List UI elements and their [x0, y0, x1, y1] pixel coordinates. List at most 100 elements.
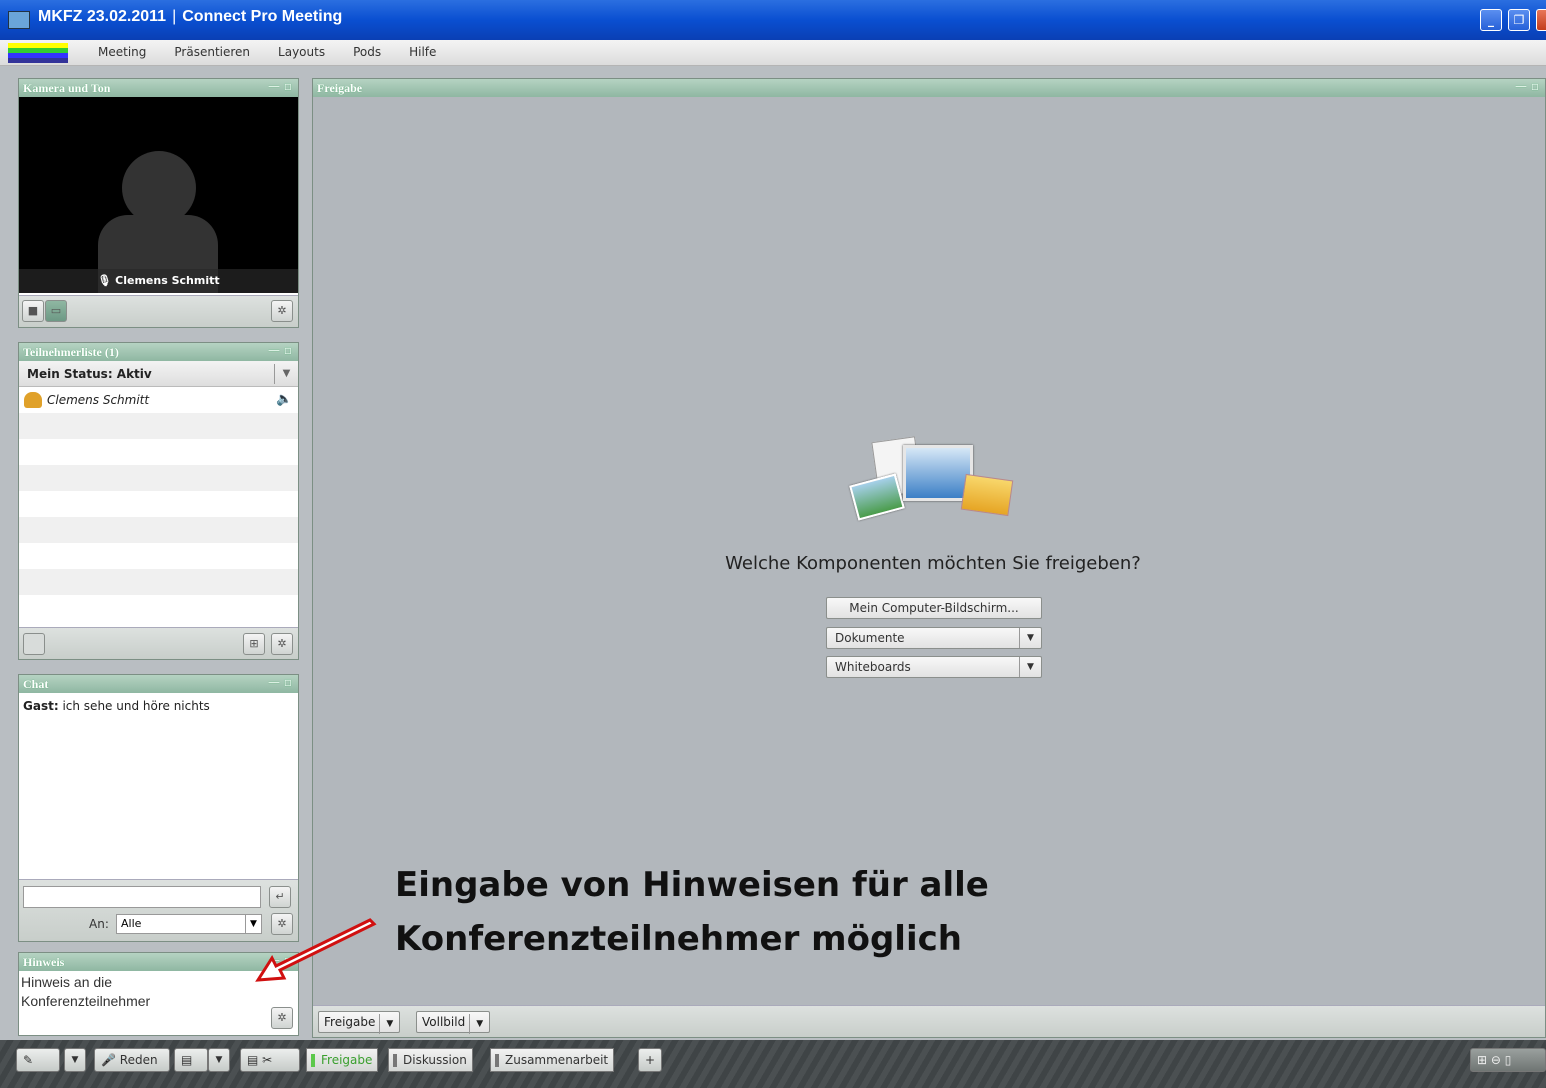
status-icon[interactable]: ✎ [16, 1048, 60, 1072]
share-documents-dropdown[interactable]: Dokumente ▼ [826, 627, 1042, 649]
annotation-line-1: Eingabe von Hinweisen für alle [395, 865, 989, 905]
pod-window-controls[interactable]: — ▫ [268, 675, 292, 689]
pod-header: Kamera und Ton — ▫ [19, 79, 298, 97]
attendee-pod: Teilnehmerliste (1) — ▫ Mein Status: Akt… [18, 342, 299, 660]
pod-title: Freigabe [317, 81, 363, 95]
audio-settings-icon[interactable]: ▤ ✂ [240, 1048, 300, 1072]
my-status-label: Mein Status: Aktiv [27, 367, 152, 381]
title-separator: | [172, 8, 177, 25]
pod-footer: ⊞ ✲ [19, 627, 298, 659]
pod-window-controls[interactable]: — ▫ [268, 343, 292, 357]
chat-recipient-value: Alle [121, 917, 142, 930]
annotation-text: Eingabe von Hinweisen für alle Konferenz… [395, 858, 989, 966]
pod-title: Hinweis [23, 955, 65, 969]
chat-recipient-select[interactable]: Alle ▼ [116, 914, 262, 934]
chevron-down-icon[interactable]: ▼ [274, 364, 298, 384]
chat-text: ich sehe und höre nichts [62, 699, 210, 713]
chevron-down-icon[interactable]: ▼ [1019, 628, 1041, 648]
share-options-label: Freigabe [324, 1015, 376, 1029]
grid-view-icon[interactable]: ⊞ [243, 633, 265, 655]
video-area: 🎙 Clemens Schmitt [19, 97, 298, 293]
chevron-down-icon[interactable]: ▼ [379, 1014, 399, 1034]
share-screen-button[interactable]: Mein Computer-Bildschirm... [826, 597, 1042, 619]
pod-header: Teilnehmerliste (1) — ▫ [19, 343, 298, 361]
host-person-icon [24, 392, 42, 408]
list-item [19, 543, 298, 569]
gear-icon[interactable]: ✲ [271, 300, 293, 322]
chevron-down-icon[interactable]: ▼ [64, 1048, 86, 1072]
menu-pods[interactable]: Pods [353, 45, 381, 59]
list-item[interactable]: Clemens Schmitt 🔈 [19, 387, 298, 413]
microphone-icon: 🎤 [101, 1053, 120, 1067]
list-item [19, 465, 298, 491]
stop-icon[interactable]: ■ [22, 300, 44, 322]
annotation-arrow-icon [255, 918, 377, 982]
camera-icon[interactable]: ▭ [45, 300, 67, 322]
avatar-head [122, 151, 196, 225]
gear-icon[interactable]: ✲ [271, 633, 293, 655]
pod-window-controls[interactable]: — ▫ [1515, 79, 1539, 93]
list-item [19, 517, 298, 543]
tab-discussion-label: Diskussion [403, 1053, 467, 1067]
menu-meeting[interactable]: Meeting [98, 45, 146, 59]
chevron-down-icon[interactable]: ▼ [208, 1048, 230, 1072]
tab-collaboration[interactable]: Zusammenarbeit [490, 1048, 615, 1072]
layout-view-icons[interactable]: ⊞ ⊖ ▯ [1470, 1048, 1546, 1072]
chat-sender: Gast: [23, 699, 59, 713]
app-icon [8, 11, 30, 29]
add-layout-button[interactable]: + [638, 1048, 662, 1072]
tab-discussion[interactable]: Diskussion [388, 1048, 473, 1072]
pod-window-controls[interactable]: — ▫ [268, 79, 292, 93]
list-item [19, 439, 298, 465]
talk-button[interactable]: 🎤 Reden [94, 1048, 170, 1072]
fullscreen-label: Vollbild [422, 1015, 466, 1029]
restore-icon[interactable]: ❐ [1508, 9, 1530, 31]
list-item [19, 413, 298, 439]
chevron-down-icon[interactable]: ▼ [1019, 657, 1041, 677]
camera-user-label: Clemens Schmitt [115, 274, 220, 287]
menu-layouts[interactable]: Layouts [278, 45, 325, 59]
tab-collaboration-label: Zusammenarbeit [505, 1053, 609, 1067]
raise-hand-icon[interactable] [23, 633, 45, 655]
my-status-selector[interactable]: Mein Status: Aktiv ▼ [19, 361, 298, 387]
webcam-icon[interactable]: ▤ [174, 1048, 208, 1072]
tab-share[interactable]: Freigabe [306, 1048, 379, 1072]
chevron-down-icon[interactable]: ▼ [469, 1014, 489, 1034]
close-icon[interactable] [1536, 9, 1546, 31]
folder-icon [960, 473, 1014, 517]
menu-bar: Meeting Präsentieren Layouts Pods Hilfe [0, 40, 1546, 66]
minimize-icon[interactable]: _ [1480, 9, 1502, 31]
connect-logo [8, 43, 68, 63]
share-whiteboards-dropdown[interactable]: Whiteboards ▼ [826, 656, 1042, 678]
attendee-name: Clemens Schmitt [47, 393, 150, 407]
gear-icon[interactable]: ✲ [271, 1007, 293, 1029]
share-whiteboards-label: Whiteboards [835, 660, 911, 674]
photo-icon [849, 473, 905, 521]
microphone-icon: 🎙 [97, 274, 116, 287]
note-text[interactable]: Hinweis an die Konferenzteilnehmer [19, 971, 239, 1013]
list-item [19, 595, 298, 621]
attendee-list: Clemens Schmitt 🔈 [19, 387, 298, 621]
menu-present[interactable]: Präsentieren [174, 45, 250, 59]
chat-message: Gast: ich sehe und höre nichts [19, 693, 298, 719]
pod-header: Chat — ▫ [19, 675, 298, 693]
annotation-line-2: Konferenzteilnehmer möglich [395, 919, 962, 959]
pod-header: Freigabe — ▫ [313, 79, 1545, 97]
camera-pod: Kamera und Ton — ▫ 🎙 Clemens Schmitt ■ ▭… [18, 78, 299, 328]
title-bar: MKFZ 23.02.2011 | Connect Pro Meeting _ ❐ [0, 0, 1546, 40]
chat-to-label: An: [89, 917, 109, 931]
meeting-title: MKFZ 23.02.2011 [38, 8, 167, 25]
chat-input[interactable] [23, 886, 261, 908]
fullscreen-dropdown[interactable]: Vollbild ▼ [416, 1011, 491, 1034]
send-icon[interactable]: ↵ [269, 886, 291, 908]
pod-footer: ■ ▭ ✲ [19, 295, 298, 327]
share-options-dropdown[interactable]: Freigabe ▼ [318, 1011, 401, 1034]
list-item [19, 491, 298, 517]
window-title: MKFZ 23.02.2011 | Connect Pro Meeting [38, 8, 342, 26]
menu-help[interactable]: Hilfe [409, 45, 436, 59]
camera-user-name: 🎙 Clemens Schmitt [19, 269, 298, 293]
speaker-icon: 🔈 [276, 392, 293, 407]
talk-label: Reden [119, 1053, 158, 1067]
layout-bar: ✎ ▼ 🎤 Reden ▤ ▼ ▤ ✂ Freigabe Diskussion … [0, 1040, 1546, 1088]
list-item [19, 569, 298, 595]
